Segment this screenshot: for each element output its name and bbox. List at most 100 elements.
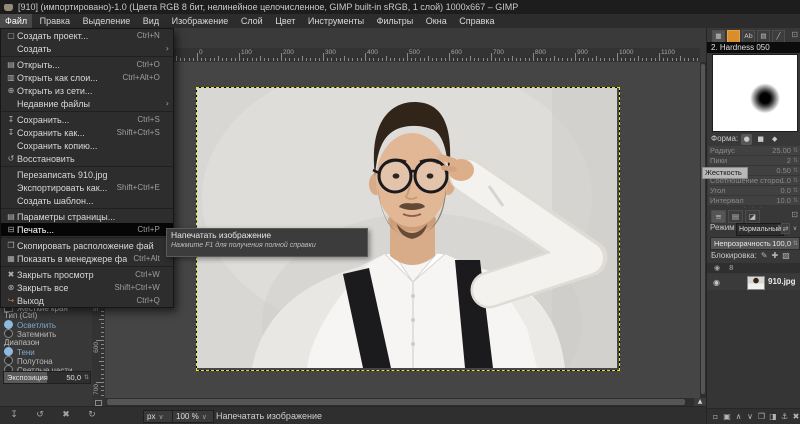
brush-param-row[interactable]: Пики 2 ⇅	[708, 156, 800, 166]
dock-tab[interactable]: ▤	[728, 210, 743, 223]
menu-bar-item[interactable]: Цвет	[270, 14, 300, 28]
visibility-eye-icon[interactable]: ◉	[713, 278, 720, 287]
menu-item[interactable]: ↺ Восстановить ›	[1, 152, 173, 165]
radio-option[interactable]: Полутона	[4, 356, 72, 365]
unit-select[interactable]: px∨	[143, 410, 173, 423]
layers-footer-icon[interactable]: ✖	[791, 412, 800, 421]
layer-thumbnail[interactable]	[747, 276, 765, 290]
status-message: Напечатать изображение	[216, 411, 322, 421]
menu-item[interactable]: ✖ Закрыть просмотр Ctrl+W ›	[1, 268, 173, 281]
ruler-tick	[617, 53, 618, 61]
shape-button[interactable]: ●	[741, 134, 752, 145]
radio-option[interactable]: Осветлить	[4, 320, 56, 329]
ruler-tick	[667, 58, 668, 61]
ruler-tick	[436, 58, 437, 61]
h-scrollbar[interactable]	[105, 398, 694, 406]
tool-footer-icon[interactable]: ↻	[84, 410, 100, 420]
brush-preview[interactable]	[712, 54, 798, 132]
brush-param-row[interactable]: Угол 0.0 ⇅	[708, 186, 800, 196]
menu-item[interactable]: ↧ Сохранить... Ctrl+S ›	[1, 113, 173, 126]
menu-item[interactable]: ⊕ Открыть из сети... ›	[1, 84, 173, 97]
spinner-icon[interactable]: ⇅	[84, 372, 89, 383]
menu-item[interactable]: ▤ Открыть... Ctrl+O ›	[1, 58, 173, 71]
menu-item[interactable]: ›	[1, 237, 173, 238]
zoom-select[interactable]: 100 %∨	[172, 410, 214, 423]
spinner-icon[interactable]: ⇅	[793, 177, 798, 184]
menu-bar-item[interactable]: Файл	[0, 14, 32, 28]
spinner-icon[interactable]: ⇅	[793, 157, 798, 164]
layers-footer-icon[interactable]: ⚓	[779, 412, 790, 421]
menu-item[interactable]: ▤ Параметры страницы... ›	[1, 210, 173, 223]
layers-footer-icon[interactable]: ∧	[733, 412, 744, 421]
menu-item[interactable]: ›	[1, 266, 173, 267]
menu-item[interactable]: ›	[1, 166, 173, 167]
lock-icon[interactable]: ▨	[782, 251, 790, 260]
layers-footer-icon[interactable]: ▣	[722, 412, 733, 421]
menu-bar-item[interactable]: Фильтры	[372, 14, 419, 28]
menu-item[interactable]: ⊗ Закрыть все Shift+Ctrl+W ›	[1, 281, 173, 294]
ruler-tick	[403, 58, 404, 61]
ruler-tick	[281, 53, 282, 61]
exposure-slider[interactable]: Экспозиция 50,0 ⇅	[3, 371, 91, 384]
menu-bar-item[interactable]: Изображение	[167, 14, 234, 28]
menu-item[interactable]: ↪ Выход Ctrl+Q ›	[1, 294, 173, 307]
opacity-slider[interactable]: Непрозрачность 100,0 ⇅	[710, 237, 800, 250]
mode-switch-icon[interactable]: ⇄	[781, 223, 790, 234]
dock-tab[interactable]: ≡	[711, 210, 726, 223]
menu-bar-item[interactable]: Слой	[236, 14, 268, 28]
lock-icon[interactable]: ✚	[772, 251, 779, 260]
brush-param-row[interactable]: Радиус 25.00 ⇅	[708, 146, 800, 156]
menu-item[interactable]: ↧ Сохранить как... Shift+Ctrl+S ›	[1, 126, 173, 139]
menu-item[interactable]: Создать шаблон... ›	[1, 194, 173, 207]
menu-bar-item[interactable]: Вид	[138, 14, 164, 28]
tool-footer-icon[interactable]: ↧	[6, 410, 22, 420]
menu-item[interactable]: Сохранить копию... ›	[1, 139, 173, 152]
layer-row[interactable]: ◉ 910.jpg	[707, 274, 800, 290]
h-ruler[interactable]: 0100200300400500600700800900100011001200	[92, 48, 700, 63]
lock-icon[interactable]: ✎	[761, 251, 768, 260]
dock-menu-icon[interactable]: ⊡	[791, 30, 798, 39]
chevron-down-icon[interactable]: ∨	[791, 223, 799, 234]
spinner-icon[interactable]: ⇅	[793, 238, 798, 249]
layer-list-empty-area[interactable]	[707, 290, 800, 408]
tool-footer-icon[interactable]: ✖	[58, 410, 74, 420]
menu-item[interactable]: ›	[1, 208, 173, 209]
mode-select[interactable]: Нормальный ∨	[736, 223, 784, 236]
radio-option[interactable]: Тени	[4, 347, 72, 356]
menu-bar-item[interactable]: Инструменты	[303, 14, 369, 28]
spinner-icon[interactable]: ⇅	[793, 197, 798, 204]
menu-bar-item[interactable]: Выделение	[78, 14, 136, 28]
menu-bar-item[interactable]: Справка	[454, 14, 499, 28]
layers-footer-icon[interactable]: ∨	[745, 412, 756, 421]
title-bar[interactable]: [910] (импортировано)-1.0 (Цвета RGB 8 б…	[0, 0, 800, 14]
menu-item[interactable]: ❐ Скопировать расположение файла ›	[1, 239, 173, 252]
menu-item[interactable]: Экспортировать как... Shift+Ctrl+E ›	[1, 181, 173, 194]
dock-menu-icon[interactable]: ⊡	[791, 210, 798, 219]
menu-item[interactable]: Создать ›	[1, 42, 173, 55]
quick-mask-button[interactable]	[92, 398, 105, 406]
layers-footer-icon[interactable]: ◨	[768, 412, 779, 421]
layers-footer-icon[interactable]: ❐	[756, 412, 767, 421]
h-scrollbar-thumb[interactable]	[107, 399, 685, 405]
menu-bar-item[interactable]: Правка	[35, 14, 75, 28]
spinner-icon[interactable]: ⇅	[793, 167, 798, 174]
menu-item[interactable]: ▢ Создать проект... Ctrl+N ›	[1, 29, 173, 42]
v-scrollbar-thumb[interactable]	[701, 64, 705, 394]
menu-item[interactable]: ›	[1, 56, 173, 57]
menu-bar-item[interactable]: Окна	[421, 14, 452, 28]
menu-item[interactable]: ▦ Показать в менеджере файлов Ctrl+Alt ›	[1, 252, 173, 265]
menu-item[interactable]: ›	[1, 111, 173, 112]
spinner-icon[interactable]: ⇅	[793, 187, 798, 194]
shape-button[interactable]: ■	[755, 134, 766, 145]
navigation-button[interactable]: ▲	[694, 398, 706, 406]
shape-button[interactable]: ◆	[769, 134, 780, 145]
spinner-icon[interactable]: ⇅	[793, 147, 798, 154]
dock-tab[interactable]: ◪	[745, 210, 760, 223]
radio-option[interactable]: Затемнить	[4, 329, 56, 338]
layers-footer-icon[interactable]: ▫	[710, 412, 721, 421]
menu-item[interactable]: Недавние файлы ›	[1, 97, 173, 110]
menu-item[interactable]: ⊟ Печать... Ctrl+P ›	[1, 223, 173, 236]
tool-footer-icon[interactable]: ↺	[32, 410, 48, 420]
menu-item[interactable]: ▥ Открыть как слои... Ctrl+Alt+O ›	[1, 71, 173, 84]
menu-item[interactable]: Перезаписать 910.jpg ›	[1, 168, 173, 181]
